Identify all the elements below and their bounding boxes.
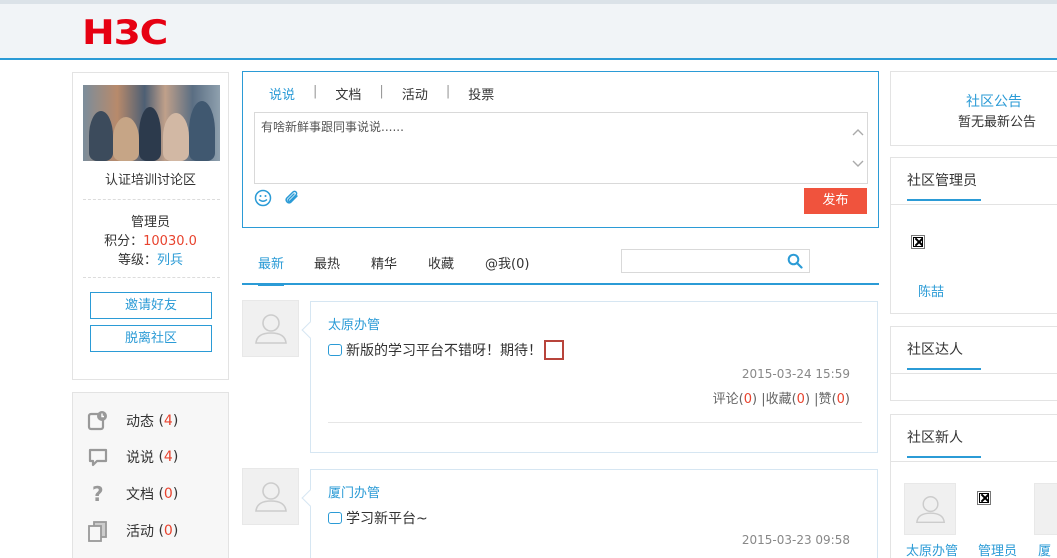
broken-image-icon	[911, 235, 925, 249]
leave-community-button[interactable]: 脱离社区	[90, 325, 212, 352]
tab-featured[interactable]: 精华	[371, 253, 397, 284]
community-cover-image	[83, 85, 220, 161]
avatar[interactable]	[1034, 483, 1057, 535]
admins-title: 社区管理员	[907, 170, 981, 201]
feed-tabs: 最新 最热 精华 收藏 @我(0)	[242, 246, 879, 286]
composer-tabs: 说说 | 文档 | 活动 | 投票	[269, 84, 495, 103]
tab-mentions[interactable]: @我(0)	[485, 253, 529, 284]
community-newbies-box: 社区新人 太原办管 管理员 厦门	[890, 414, 1057, 558]
level-label: 等级：	[117, 253, 157, 268]
notice-title[interactable]: 社区公告	[966, 91, 1022, 111]
avatar[interactable]	[242, 468, 299, 525]
tab-hottest[interactable]: 最热	[314, 253, 340, 284]
dynamic-icon	[87, 410, 109, 432]
broken-image-icon	[977, 491, 991, 505]
talk-bubble-icon	[328, 344, 342, 356]
divider	[83, 277, 220, 278]
divider	[328, 422, 862, 423]
talk-bubble-icon	[328, 512, 342, 524]
avatar[interactable]	[242, 300, 299, 357]
broken-image-icon	[544, 340, 564, 360]
invite-friends-button[interactable]: 邀请好友	[90, 292, 212, 319]
community-admins-box: 社区管理员 陈喆	[890, 157, 1057, 314]
post-composer: 说说 | 文档 | 活动 | 投票 有啥新鲜事跟同事说说...... 发布	[242, 71, 879, 228]
post-content: 新版的学习平台不错呀！期待！	[328, 340, 564, 360]
question-icon: ?	[87, 482, 109, 506]
points-value: 10030.0	[143, 234, 197, 249]
post-content: 学习新平台~	[328, 508, 428, 528]
newbies-title: 社区新人	[907, 427, 981, 458]
svg-text:?: ?	[92, 483, 104, 505]
community-name: 认证培训讨论区	[104, 173, 196, 188]
divider	[83, 199, 220, 200]
community-menu: 动态 (4) 说说 (4) ? 文档 (0) 活动 (0)	[72, 392, 229, 558]
notice-text: 暂无最新公告	[958, 115, 1037, 130]
level-row: 等级：列兵	[73, 249, 228, 268]
tab-latest[interactable]: 最新	[258, 253, 285, 286]
feed-search-input[interactable]	[621, 249, 810, 273]
documents-icon	[87, 520, 109, 542]
tab-favorites[interactable]: 收藏	[428, 253, 454, 284]
tab-talk[interactable]: 说说	[269, 84, 295, 103]
admin-name[interactable]: 陈喆	[918, 281, 944, 300]
community-notice-box: 社区公告 暂无最新公告	[890, 71, 1057, 146]
post-time: 2015-03-23 09:58	[741, 533, 850, 547]
community-experts-box: 社区达人	[890, 326, 1057, 401]
user-role: 管理员	[130, 215, 170, 230]
menu-item-docs[interactable]: ? 文档 (0)	[87, 482, 178, 506]
post-card: 厦门办管 学习新平台~ 2015-03-23 09:58	[301, 469, 878, 558]
emoji-icon[interactable]	[254, 189, 272, 207]
post-actions: 评论(0) |收藏(0) |赞(0)	[713, 388, 850, 407]
publish-button[interactable]: 发布	[804, 188, 867, 214]
chat-bubble-icon	[87, 446, 109, 468]
post-time: 2015-03-24 15:59	[741, 367, 850, 381]
post-author[interactable]: 厦门办管	[328, 482, 380, 501]
experts-title: 社区达人	[907, 339, 981, 370]
points-label: 积分：	[104, 234, 144, 249]
tab-document[interactable]: 文档	[335, 84, 361, 103]
favorite-link[interactable]: |收藏(0)	[761, 392, 810, 407]
attachment-icon[interactable]	[283, 189, 301, 207]
community-profile-card: 认证培训讨论区 管理员 积分：10030.0 等级：列兵 邀请好友 脱离社区	[72, 72, 229, 380]
newbie-name[interactable]: 太原办管	[906, 540, 958, 558]
avatar[interactable]	[904, 483, 956, 535]
h3c-logo[interactable]: H3C	[82, 13, 168, 53]
level-value[interactable]: 列兵	[157, 253, 183, 268]
textarea-scrollbar[interactable]	[851, 125, 865, 173]
like-link[interactable]: |赞(0)	[814, 392, 850, 407]
tab-vote[interactable]: 投票	[468, 84, 494, 103]
newbie-name[interactable]: 管理员	[978, 540, 1017, 558]
comment-link[interactable]: 评论(0)	[713, 392, 757, 407]
post-card: 太原办管 新版的学习平台不错呀！期待！ 2015-03-24 15:59 评论(…	[301, 301, 878, 453]
top-header: H3C	[0, 0, 1057, 60]
post-author[interactable]: 太原办管	[328, 314, 380, 333]
menu-item-dynamic[interactable]: 动态 (4)	[87, 409, 178, 433]
search-icon[interactable]	[787, 253, 803, 273]
newbie-name[interactable]: 厦门	[1038, 540, 1057, 558]
points-row: 积分：10030.0	[73, 230, 228, 249]
menu-item-talk[interactable]: 说说 (4)	[87, 445, 178, 469]
tab-activity[interactable]: 活动	[402, 84, 428, 103]
post-textarea[interactable]: 有啥新鲜事跟同事说说......	[254, 112, 868, 184]
menu-item-activity[interactable]: 活动 (0)	[87, 519, 178, 543]
